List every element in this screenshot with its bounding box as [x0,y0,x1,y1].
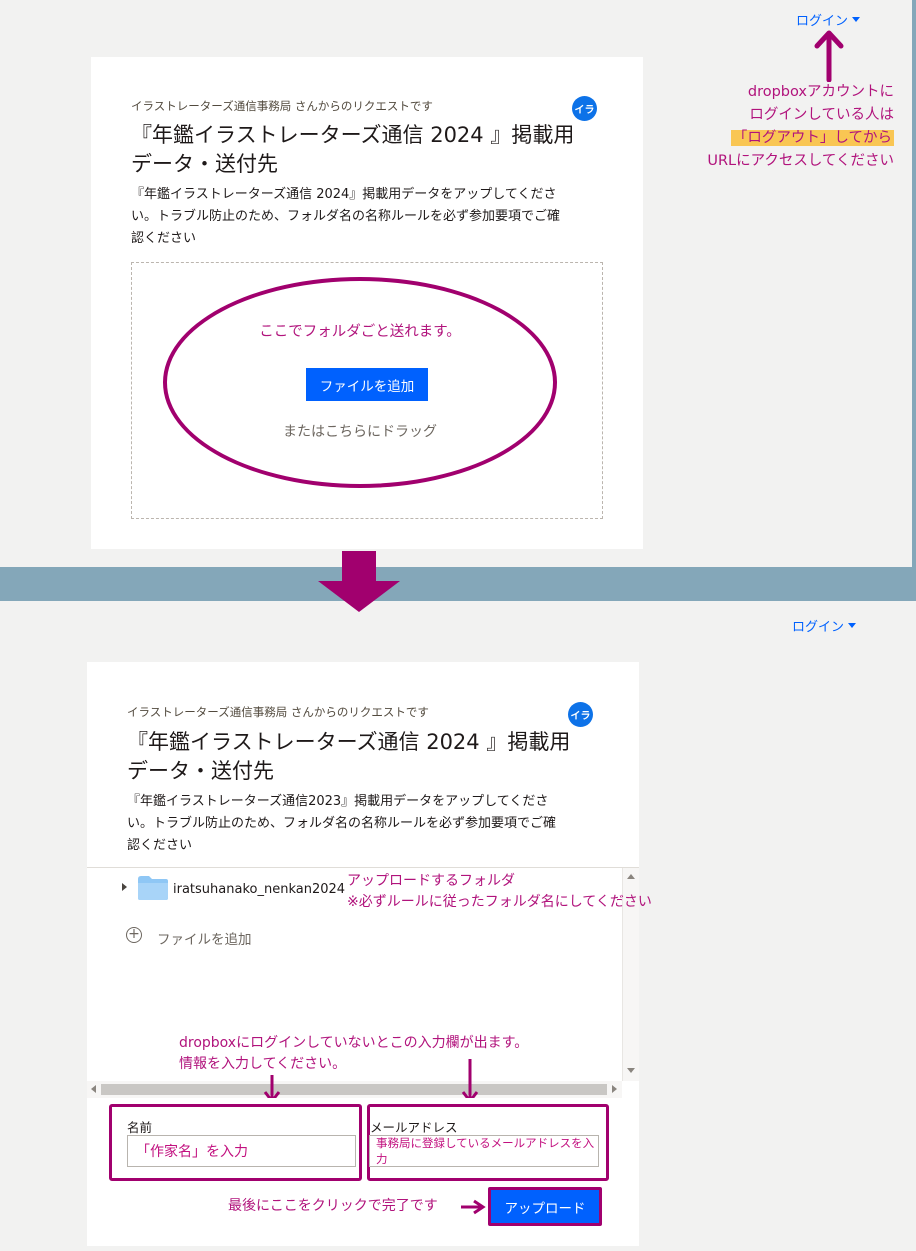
desc-line: 認ください [127,838,193,853]
request-description: 『年鑑イラストレーターズ通信2023』掲載用データをアップしてくださ い。トラブ… [127,791,607,857]
divider-line [87,867,639,868]
page-title: 『年鑑イラストレーターズ通信 2024 』掲載用 データ・送付先 [131,121,611,179]
annotation-line: アップロードするフォルダ [347,873,515,889]
desc-line: い。トラブル防止のため、フォルダ名の名称ルールを必ず参加要項でご確 [127,816,557,831]
request-from-text: イラストレーターズ通信事務局 さんからのリクエストです [131,99,433,113]
drag-text: またはこちらにドラッグ [283,424,437,440]
scroll-right-icon[interactable] [612,1085,617,1093]
arrow-down-icon [318,551,400,612]
scroll-left-icon[interactable] [91,1085,96,1093]
folder-icon [138,876,168,900]
page-title: 『年鑑イラストレーターズ通信 2024 』掲載用 データ・送付先 [127,728,607,786]
email-field[interactable]: 事務局に登録しているメールアドレスを入力 [369,1135,599,1167]
login-label: ログイン [792,620,845,635]
section-divider [0,567,916,601]
title-line: データ・送付先 [127,759,274,783]
title-line: 『年鑑イラストレーターズ通信 2024 』掲載用 [127,730,571,754]
login-menu-bottom[interactable]: ログイン [792,616,857,635]
desc-line: 認ください [131,231,197,246]
arrow-up-icon [814,30,844,82]
expand-icon[interactable] [122,883,127,891]
request-description: 『年鑑イラストレーターズ通信 2024』掲載用データをアップしてくださ い。トラ… [131,184,611,250]
login-menu[interactable]: ログイン [796,10,861,29]
title-line: 『年鑑イラストレーターズ通信 2024 』掲載用 [131,123,575,147]
email-label: メールアドレス [370,1120,458,1135]
scroll-down-icon[interactable] [627,1068,635,1073]
name-label: 名前 [127,1120,153,1135]
horizontal-scrollbar[interactable] [87,1081,622,1098]
annotation-line: dropboxにログインしていないとこの入力欄が出ます。 [179,1035,529,1051]
chevron-down-icon [848,623,857,628]
request-from-text: イラストレーターズ通信事務局 さんからのリクエストです [127,705,429,719]
title-line: データ・送付先 [131,152,278,176]
note-line: URLにアクセスしてください [707,153,894,169]
scroll-thumb[interactable] [101,1084,607,1095]
folder-name[interactable]: iratsuhanako_nenkan2024 [173,882,345,897]
desc-line: 『年鑑イラストレーターズ通信 2024』掲載用データをアップしてくださ [131,187,557,202]
note-highlight-line: 「ログアウト」してから [690,127,894,150]
login-label: ログイン [796,14,849,29]
note-line: ログインしている人は [749,107,894,123]
add-circle-icon[interactable]: + [126,927,142,943]
upload-button[interactable]: アップロード [491,1190,599,1223]
annotation-line: ※必ずルールに従ったフォルダ名にしてください [347,894,652,910]
folder-annotation: アップロードするフォルダ ※必ずルールに従ったフォルダ名にしてください [347,871,652,913]
avatar: イラ [572,96,597,121]
folder-note: ここでフォルダごと送れます。 [259,324,461,340]
final-annotation: 最後にここをクリックで完了です [228,1198,438,1214]
note-line: dropboxアカウントに [747,84,894,100]
desc-line: 『年鑑イラストレーターズ通信2023』掲載用データをアップしてくださ [127,794,549,809]
desc-line: い。トラブル防止のため、フォルダ名の名称ルールを必ず参加要項でご確 [131,209,561,224]
arrow-right-icon [461,1199,486,1215]
avatar: イラ [568,702,593,727]
note-highlight: 「ログアウト」してから [730,130,894,146]
add-file-link[interactable]: ファイルを追加 [157,928,252,948]
logout-note: dropboxアカウントに ログインしている人は 「ログアウト」してから URL… [690,81,894,173]
chevron-down-icon [852,17,861,22]
name-field[interactable]: 「作家名」を入力 [127,1135,356,1167]
add-file-button[interactable]: ファイルを追加 [306,368,428,401]
panel-edge [912,0,916,567]
